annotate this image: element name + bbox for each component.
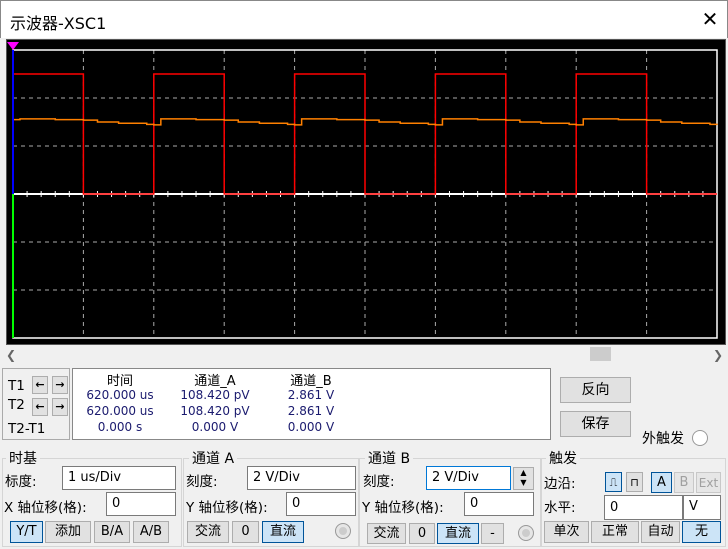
mode-add-button[interactable]: 添加 (45, 521, 91, 543)
t1-channel-a: 108.420 pV (180, 388, 250, 402)
waveform-plot (7, 42, 718, 339)
trigger-edge-label: 边沿: (544, 476, 576, 492)
channel-b-radio[interactable] (518, 525, 534, 541)
trigger-source-a-button[interactable]: A (651, 472, 672, 493)
channel-a-zero-button[interactable]: 0 (232, 521, 259, 543)
t1-label: T1 (8, 378, 25, 394)
ext-trigger-label: 外触发 (642, 431, 684, 447)
channel-a-scale-label: 刻度: (186, 474, 218, 490)
cursor-marker-icon (7, 42, 19, 50)
scroll-left-icon[interactable]: ❮ (4, 347, 18, 363)
channel-a-ypos-input[interactable]: 0 (286, 492, 356, 516)
trigger-level-label: 水平: (544, 500, 576, 516)
trigger-title: 触发 (546, 448, 580, 468)
header-time: 时间 (106, 374, 133, 389)
t2-channel-a: 108.420 pV (180, 404, 250, 418)
cursor-readout: 时间 通道_A 通道_B 620.000 us 108.420 pV 2.861… (72, 368, 551, 440)
trigger-single-button[interactable]: 单次 (544, 521, 589, 543)
channel-b-ac-button[interactable]: 交流 (367, 523, 406, 544)
save-button[interactable]: 保存 (560, 411, 631, 437)
oscilloscope-screen (6, 39, 726, 345)
diff-channel-b: 0.000 V (287, 420, 335, 434)
cursor-controls: T1 T2 T2-T1 ← → ← → (2, 368, 70, 440)
channel-a-title: 通道 A (189, 448, 238, 468)
t2-left-arrow-icon[interactable]: ← (32, 398, 48, 416)
falling-edge-icon[interactable]: ⊓ (626, 472, 643, 492)
trigger-auto-button[interactable]: 自动 (641, 521, 680, 543)
t1-time: 620.000 us (86, 388, 154, 402)
mode-ab-button[interactable]: A/B (133, 521, 169, 543)
timebase-title: 时基 (6, 448, 40, 468)
t2-label: T2 (8, 397, 25, 413)
title-bar: 示波器-XSC1 ✕ (0, 0, 728, 38)
channel-b-scale-label: 刻度: (363, 474, 395, 490)
header-channel-a: 通道_A (194, 374, 236, 389)
t1-channel-b: 2.861 V (287, 388, 335, 402)
timebase-scale-label: 标度: (5, 474, 37, 490)
diff-channel-a: 0.000 V (191, 420, 239, 434)
channel-a-trace (12, 73, 717, 195)
close-icon[interactable]: ✕ (697, 7, 723, 31)
trigger-level-input[interactable]: 0 (604, 495, 683, 520)
channel-a-scale-input[interactable]: 2 V/Div (247, 466, 356, 490)
trigger-none-button[interactable]: 无 (682, 521, 721, 543)
channel-b-dc-button[interactable]: 直流 (437, 523, 479, 544)
ext-trigger-radio[interactable] (692, 430, 708, 446)
x-position-label: X 轴位移(格): (4, 500, 87, 516)
channel-a-dc-button[interactable]: 直流 (262, 521, 304, 543)
timebase-scale-input[interactable]: 1 us/Div (62, 466, 176, 490)
channel-a-radio[interactable] (335, 523, 351, 539)
mode-ba-button[interactable]: B/A (94, 521, 130, 543)
mode-yt-button[interactable]: Y/T (10, 521, 43, 543)
channel-b-scale-input[interactable]: 2 V/Div (426, 466, 511, 490)
header-channel-b: 通道_B (290, 374, 332, 389)
t1-left-arrow-icon[interactable]: ← (32, 376, 48, 394)
t2-time: 620.000 us (86, 404, 154, 418)
scrollbar-thumb[interactable] (590, 347, 611, 361)
channel-b-ypos-label: Y 轴位移(格): (362, 500, 444, 516)
reverse-button[interactable]: 反向 (560, 377, 631, 403)
trigger-normal-button[interactable]: 正常 (591, 521, 639, 543)
window-title: 示波器-XSC1 (10, 14, 107, 33)
channel-a-ypos-label: Y 轴位移(格): (186, 500, 268, 516)
diff-time: 0.000 s (97, 420, 143, 434)
channel-b-invert-button[interactable]: - (481, 523, 504, 544)
trigger-level-unit[interactable]: V (683, 495, 721, 520)
scroll-right-icon[interactable]: ❯ (711, 347, 725, 363)
trigger-source-b-button[interactable]: B (674, 472, 694, 493)
channel-b-ypos-input[interactable]: 0 (464, 492, 534, 516)
channel-b-title: 通道 B (365, 448, 414, 468)
t2-t1-label: T2-T1 (8, 421, 46, 437)
rising-edge-icon[interactable]: ⎍ (605, 472, 622, 492)
channel-a-ac-button[interactable]: 交流 (187, 521, 229, 543)
channel-b-zero-button[interactable]: 0 (409, 523, 435, 544)
t2-channel-b: 2.861 V (287, 404, 335, 418)
x-position-input[interactable]: 0 (106, 492, 176, 516)
trigger-source-ext-button[interactable]: Ext (696, 472, 721, 493)
horizontal-scrollbar[interactable]: ❮ ❯ (0, 347, 728, 363)
channel-b-scale-spinner-icon[interactable]: ▲ ▼ (513, 467, 534, 490)
